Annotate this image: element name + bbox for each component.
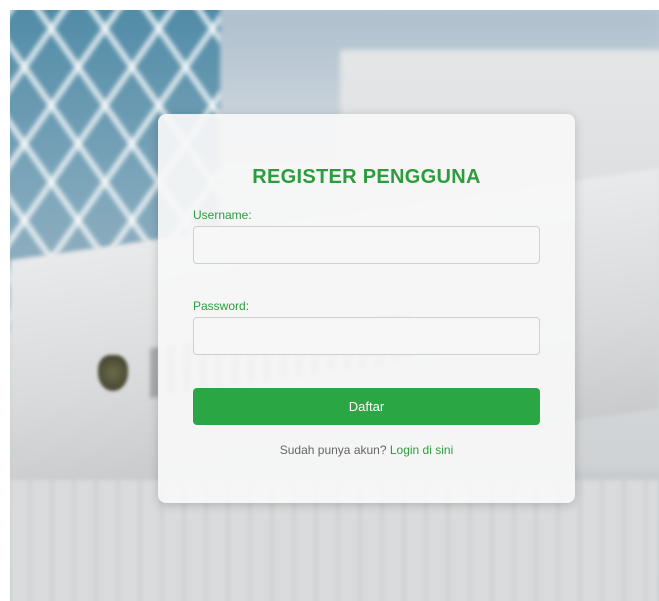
login-prompt-row: Sudah punya akun? Login di sini xyxy=(158,443,575,457)
login-link[interactable]: Login di sini xyxy=(390,443,453,457)
username-label: Username: xyxy=(193,208,252,222)
form-title: REGISTER PENGGUNA xyxy=(252,166,481,188)
password-input[interactable] xyxy=(193,317,540,355)
register-card: REGISTER PENGGUNA Username: Password: Da… xyxy=(158,114,575,503)
register-button[interactable]: Daftar xyxy=(193,388,540,425)
username-input[interactable] xyxy=(193,226,540,264)
background-emblem xyxy=(98,355,128,391)
password-label: Password: xyxy=(193,299,250,313)
login-prompt-text: Sudah punya akun? xyxy=(279,443,387,457)
